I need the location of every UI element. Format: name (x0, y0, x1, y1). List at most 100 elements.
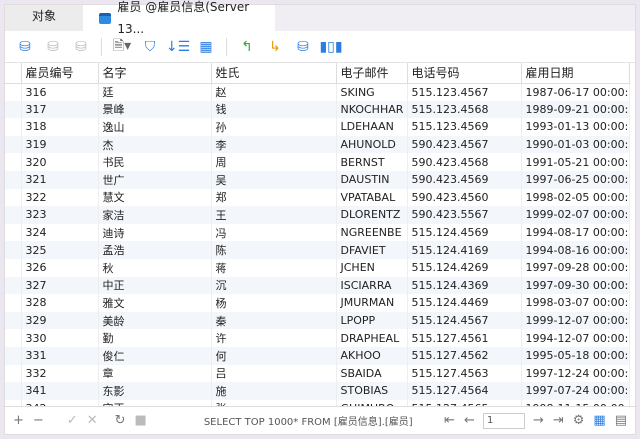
table-cell[interactable]: 590.423.4560 (407, 188, 522, 207)
table-cell[interactable]: SKING (336, 83, 408, 101)
table-cell[interactable]: 328 (21, 294, 99, 312)
table-row[interactable]: 319 杰李 AHUNOLD 590.423.4567 1990-01-03 00:00… (5, 135, 630, 154)
table-cell[interactable]: 321 (21, 170, 99, 189)
table-cell[interactable]: 316 (21, 83, 99, 101)
table-cell[interactable]: VPATABAL (336, 188, 408, 207)
discard-icon[interactable]: ✕ (87, 413, 98, 428)
table-cell[interactable]: 秋 (98, 258, 212, 277)
table-cell[interactable]: 326 (21, 258, 99, 277)
page-input[interactable]: 1 (482, 412, 525, 429)
table-cell[interactable]: 家洁 (98, 206, 212, 224)
row-selector[interactable] (5, 364, 22, 383)
next-page-icon[interactable]: → (533, 413, 544, 428)
table-row[interactable]: 329 美龄秦 LPOPP 515.124.4567 1999-12-07 00:00:… (5, 311, 630, 330)
table-cell[interactable]: 李 (211, 135, 337, 154)
table-cell[interactable]: 许 (211, 329, 337, 347)
table-cell[interactable]: LPOPP (336, 311, 408, 330)
db-rollback-icon[interactable]: ⛁ (69, 36, 93, 58)
table-cell[interactable]: 323 (21, 206, 99, 224)
table-cell[interactable]: 杰 (98, 135, 212, 154)
table-row[interactable]: 328 雅文杨 JMURMAN 515.124.4469 1998-03-07 00:0… (5, 294, 630, 312)
table-cell[interactable]: 孙 (211, 118, 337, 136)
table-cell[interactable]: DRAPHEAL (336, 329, 408, 347)
row-selector[interactable] (5, 311, 22, 330)
table-cell[interactable]: 590.423.5567 (407, 206, 522, 224)
row-selector[interactable] (5, 329, 22, 347)
db-commit-icon[interactable]: ⛁ (41, 36, 65, 58)
table-cell[interactable]: 钱 (211, 100, 337, 119)
table-cell[interactable]: 杨 (211, 294, 337, 312)
db-table-icon[interactable]: ⛁ (291, 36, 315, 58)
grid-view-icon[interactable]: ▦ (593, 413, 605, 428)
table-cell[interactable]: 吴 (211, 170, 337, 189)
export-icon[interactable]: ↳ (263, 36, 287, 58)
tab-table[interactable]: 雇员 @雇员信息(Server 13... (83, 0, 275, 36)
row-selector[interactable] (5, 294, 22, 312)
column-header[interactable]: 雇员编号 (21, 63, 99, 84)
table-cell[interactable]: 1990-01-03 00:00:00 (521, 135, 630, 154)
table-cell[interactable]: 何 (211, 346, 337, 365)
table-cell[interactable]: 327 (21, 276, 99, 295)
table-cell[interactable]: 329 (21, 311, 99, 330)
table-cell[interactable]: 1997-12-24 00:00:00 (521, 364, 630, 383)
table-cell[interactable]: 515.123.4568 (407, 100, 522, 119)
row-selector[interactable] (5, 118, 22, 136)
table-cell[interactable]: 318 (21, 118, 99, 136)
table-cell[interactable]: 515.127.4562 (407, 346, 522, 365)
table-row[interactable]: 320 书民周 BERNST 590.423.4568 1991-05-21 00:00… (5, 153, 630, 171)
table-cell[interactable]: 515.124.4369 (407, 276, 522, 295)
table-cell[interactable]: 赵 (211, 83, 337, 101)
table-cell[interactable]: DFAVIET (336, 241, 408, 259)
table-row[interactable]: 330 勤许 DRAPHEAL 515.127.4561 1994-12-07 00:0… (5, 329, 630, 347)
table-cell[interactable]: 319 (21, 135, 99, 154)
table-cell[interactable]: 雅文 (98, 294, 212, 312)
table-cell[interactable]: 515.124.4569 (407, 223, 522, 242)
table-cell[interactable]: BERNST (336, 153, 408, 171)
table-cell[interactable]: 东影 (98, 382, 212, 400)
settings-icon[interactable]: ⚙ (573, 413, 585, 428)
table-cell[interactable]: 1997-09-30 00:00:00 (521, 276, 630, 295)
delete-row-icon[interactable]: − (33, 413, 44, 428)
row-selector[interactable] (5, 276, 22, 295)
table-cell[interactable]: 郑 (211, 188, 337, 207)
table-cell[interactable]: 沉 (211, 276, 337, 295)
table-row[interactable]: 317 景峰钱 NKOCHHAR 515.123.4568 1989-09-21 00:… (5, 100, 630, 119)
apply-icon[interactable]: ✓ (67, 413, 78, 428)
table-cell[interactable]: 陈 (211, 241, 337, 259)
table-row[interactable]: 322 慧文郑 VPATABAL 590.423.4560 1998-02-05 00:… (5, 188, 630, 207)
table-cell[interactable]: 慧文 (98, 188, 212, 207)
table-cell[interactable]: 322 (21, 188, 99, 207)
table-cell[interactable]: 迪诗 (98, 223, 212, 242)
table-cell[interactable]: JMURMAN (336, 294, 408, 312)
table-cell[interactable]: 逸山 (98, 118, 212, 136)
table-row[interactable]: 316廷赵SKING515.123.45671987-06-17 00:00:0… (5, 83, 630, 101)
table-cell[interactable]: 1995-05-18 00:00:00 (521, 346, 630, 365)
table-cell[interactable]: 俊仁 (98, 346, 212, 365)
table-cell[interactable]: SBAIDA (336, 364, 408, 383)
table-row[interactable]: 341 东影施 STOBIAS 515.127.4564 1997-07-24 00:0… (5, 382, 630, 400)
row-selector[interactable] (5, 346, 22, 365)
table-cell[interactable]: 590.423.4567 (407, 135, 522, 154)
row-selector[interactable] (5, 153, 22, 171)
table-cell[interactable]: 孟浩 (98, 241, 212, 259)
table-cell[interactable]: 1994-08-16 00:00:00 (521, 241, 630, 259)
table-row[interactable]: 321 世广吴 DAUSTIN 590.423.4569 1997-06-25 00:0… (5, 170, 630, 189)
table-cell[interactable]: 1999-12-07 00:00:00 (521, 311, 630, 330)
table-cell[interactable]: 1994-12-07 00:00:00 (521, 329, 630, 347)
table-cell[interactable]: 515.124.4469 (407, 294, 522, 312)
table-cell[interactable]: 1991-05-21 00:00:00 (521, 153, 630, 171)
table-cell[interactable]: 1998-03-07 00:00:00 (521, 294, 630, 312)
table-row[interactable]: 331 俊仁何 AKHOO 515.127.4562 1995-05-18 00:00:… (5, 346, 630, 365)
table-cell[interactable]: 332 (21, 364, 99, 383)
row-selector[interactable] (5, 206, 22, 224)
prev-page-icon[interactable]: ← (464, 413, 475, 428)
first-page-icon[interactable]: ⇤ (444, 413, 455, 428)
row-selector[interactable] (5, 100, 22, 119)
table-cell[interactable]: 秦 (211, 311, 337, 330)
column-header[interactable]: 雇用日期 (521, 63, 630, 84)
table-cell[interactable]: LDEHAAN (336, 118, 408, 136)
table-cell[interactable]: 515.127.4563 (407, 364, 522, 383)
table-row[interactable]: 326秋蒋JCHEN515.124.42691997-09-28 00:00:0… (5, 258, 630, 277)
table-cell[interactable]: 341 (21, 382, 99, 400)
table-cell[interactable]: 世广 (98, 170, 212, 189)
